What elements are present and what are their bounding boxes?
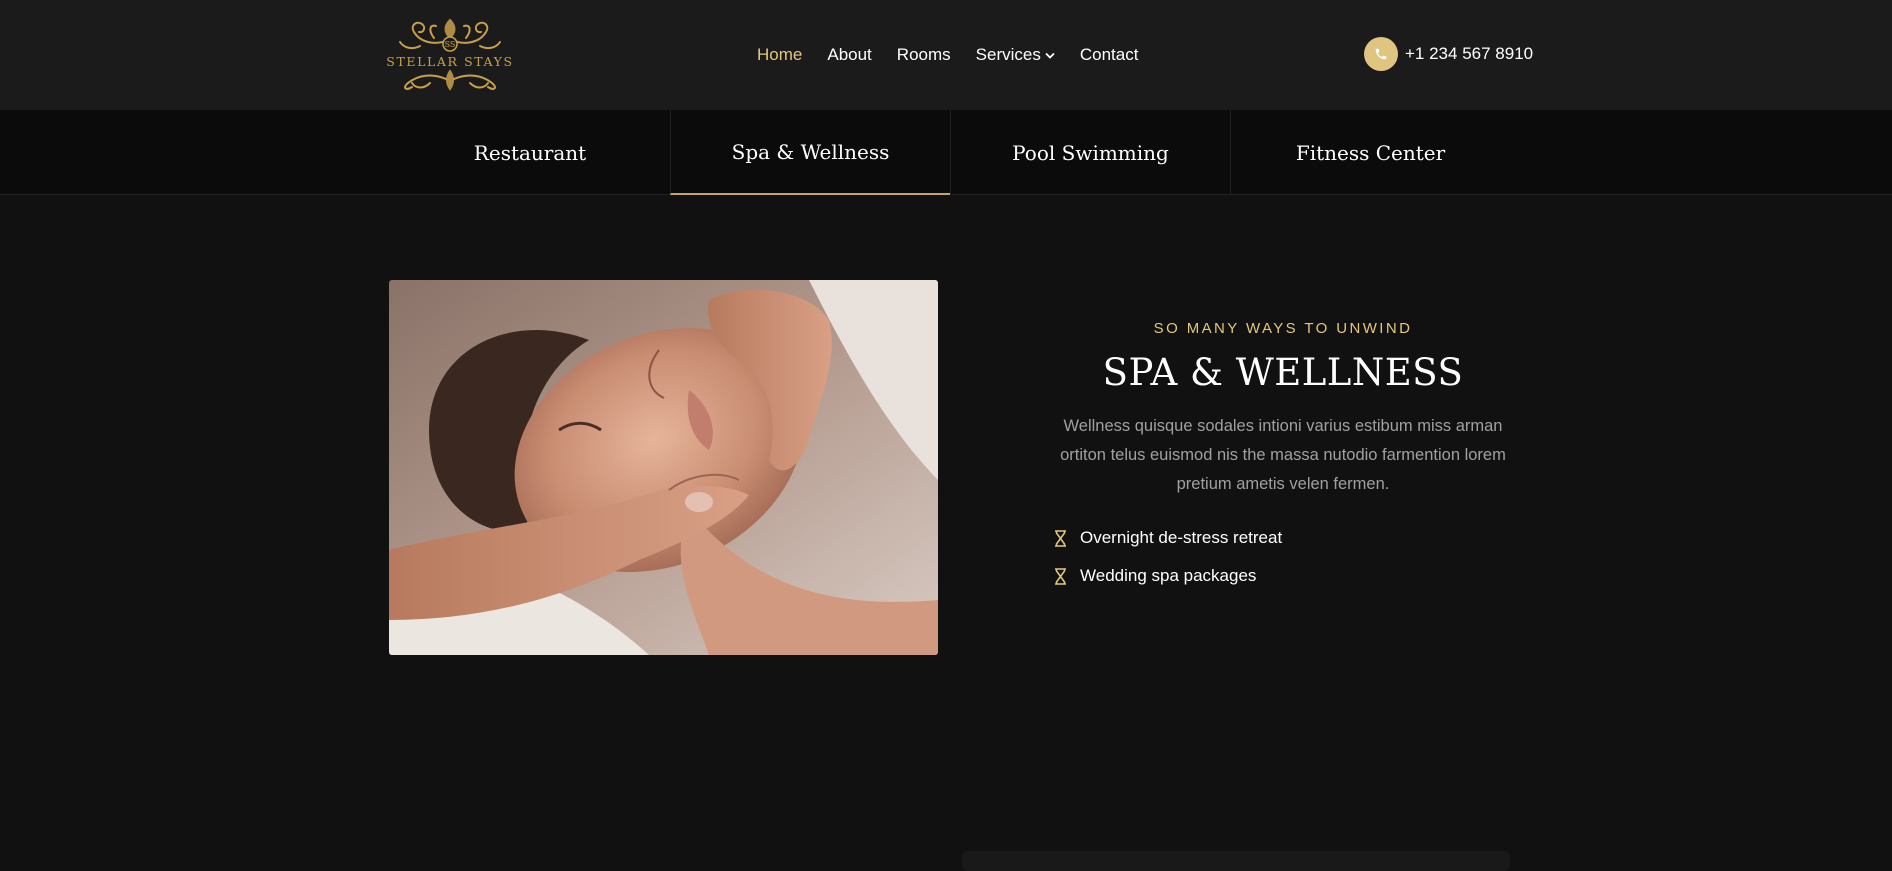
phone-icon bbox=[1364, 37, 1398, 71]
services-tabs: Restaurant Spa & Wellness Pool Swimming … bbox=[0, 110, 1892, 195]
nav-about[interactable]: About bbox=[827, 45, 871, 65]
section-description: Wellness quisque sodales intioni varius … bbox=[1060, 417, 1506, 493]
logo[interactable]: SS STELLAR STAYS bbox=[386, 8, 514, 100]
site-header: SS STELLAR STAYS Home About Rooms Servic… bbox=[0, 0, 1892, 110]
feature-item: Wedding spa packages bbox=[1054, 557, 1512, 595]
nav-services-label: Services bbox=[975, 45, 1041, 64]
logo-monogram: SS bbox=[445, 40, 456, 49]
nav-home[interactable]: Home bbox=[757, 45, 802, 65]
feature-label: Overnight de-stress retreat bbox=[1080, 528, 1283, 547]
nav-services[interactable]: Services bbox=[976, 45, 1055, 65]
feature-list: Overnight de-stress retreat Wedding spa … bbox=[1054, 519, 1512, 595]
spa-photo bbox=[389, 280, 938, 655]
logo-flourish-icon bbox=[404, 68, 496, 91]
hourglass-icon bbox=[1054, 567, 1067, 585]
phone-number: +1 234 567 8910 bbox=[1405, 44, 1534, 63]
nav-rooms[interactable]: Rooms bbox=[897, 45, 951, 65]
hourglass-icon bbox=[1054, 529, 1067, 547]
spa-massage-image bbox=[389, 280, 938, 655]
section-eyebrow: SO MANY WAYS TO UNWIND bbox=[1153, 320, 1413, 337]
tab-spa-wellness[interactable]: Spa & Wellness bbox=[670, 110, 950, 195]
nav-contact[interactable]: Contact bbox=[1080, 45, 1139, 65]
bottom-card bbox=[962, 851, 1510, 871]
tab-fitness-center[interactable]: Fitness Center bbox=[1230, 110, 1510, 195]
main-nav: Home About Rooms Services Contact bbox=[757, 0, 1163, 110]
phone-contact[interactable]: +1 234 567 8910 bbox=[1364, 37, 1533, 71]
logo-text: STELLAR STAYS bbox=[386, 53, 514, 69]
feature-label: Wedding spa packages bbox=[1080, 566, 1257, 585]
feature-item: Overnight de-stress retreat bbox=[1054, 519, 1512, 557]
chevron-down-icon bbox=[1045, 52, 1055, 59]
tab-pool-swimming[interactable]: Pool Swimming bbox=[950, 110, 1230, 195]
tab-restaurant[interactable]: Restaurant bbox=[390, 110, 670, 195]
section-title: SPA & WELLNESS bbox=[1102, 351, 1464, 394]
logo-emblem-icon: SS bbox=[399, 18, 501, 52]
spa-content: SO MANY WAYS TO UNWIND SPA & WELLNESS We… bbox=[1054, 320, 1512, 595]
